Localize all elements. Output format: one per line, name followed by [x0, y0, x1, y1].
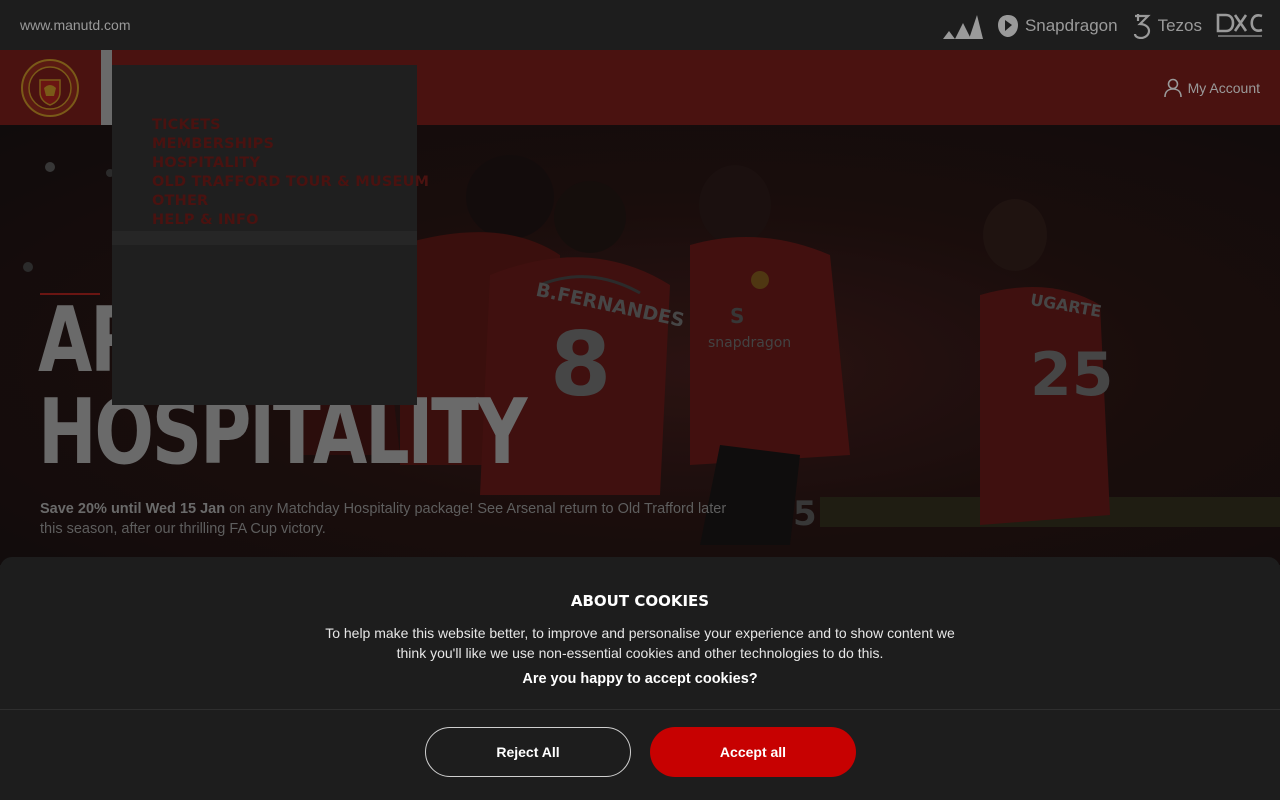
- nav-item-help-info[interactable]: HELP & INFO: [152, 211, 429, 230]
- dxc-icon: [1216, 13, 1263, 37]
- reject-all-button[interactable]: Reject All: [425, 727, 631, 777]
- site-url-link[interactable]: www.manutd.com: [20, 17, 130, 33]
- nav-item-tour-museum[interactable]: OLD TRAFFORD TOUR & MUSEUM: [152, 173, 429, 192]
- cookie-title: ABOUT COOKIES: [570, 592, 710, 610]
- top-bar: www.manutd.com Snapdragon Tezos: [0, 0, 1280, 50]
- dxc-logo[interactable]: [1216, 12, 1264, 40]
- cookie-question: Are you happy to accept cookies?: [522, 671, 758, 687]
- snapdragon-label: Snapdragon: [1024, 16, 1118, 35]
- nav-panel-divider: [112, 231, 417, 245]
- sponsor-logos: Snapdragon Tezos: [942, 10, 1264, 42]
- my-account-label: My Account: [1187, 80, 1260, 96]
- nav-item-memberships[interactable]: MEMBERSHIPS: [152, 135, 429, 154]
- snapdragon-logo[interactable]: Snapdragon: [997, 14, 1118, 38]
- nav-item-hospitality[interactable]: HOSPITALITY: [152, 154, 429, 173]
- cookie-banner: ABOUT COOKIES To help make this website …: [0, 557, 1280, 800]
- adidas-stripes-icon: [942, 15, 983, 39]
- man-utd-crest-icon[interactable]: [20, 58, 80, 118]
- nav-menu-list: TICKETS MEMBERSHIPS HOSPITALITY OLD TRAF…: [152, 116, 429, 230]
- tezos-label: Tezos: [1157, 16, 1202, 35]
- nav-menu-handle[interactable]: [101, 50, 112, 125]
- tezos-icon: [1133, 14, 1151, 39]
- user-icon: [1163, 78, 1182, 98]
- snapdragon-icon: [997, 15, 1018, 37]
- hero-description: Save 20% until Wed 15 Jan on any Matchda…: [40, 499, 740, 539]
- cookie-description: To help make this website better, to imp…: [325, 625, 955, 661]
- cookie-divider: [0, 709, 1280, 710]
- nav-dropdown-panel: TICKETS MEMBERSHIPS HOSPITALITY OLD TRAF…: [112, 65, 429, 405]
- hero-offer-highlight: Save 20% until Wed 15 Jan: [40, 501, 226, 517]
- nav-item-other[interactable]: OTHER: [152, 192, 429, 211]
- adidas-logo[interactable]: [942, 13, 983, 39]
- accept-all-button[interactable]: Accept all: [650, 727, 856, 777]
- nav-item-tickets[interactable]: TICKETS: [152, 116, 429, 135]
- tezos-logo[interactable]: Tezos: [1132, 13, 1202, 39]
- my-account-link[interactable]: My Account: [1163, 78, 1260, 98]
